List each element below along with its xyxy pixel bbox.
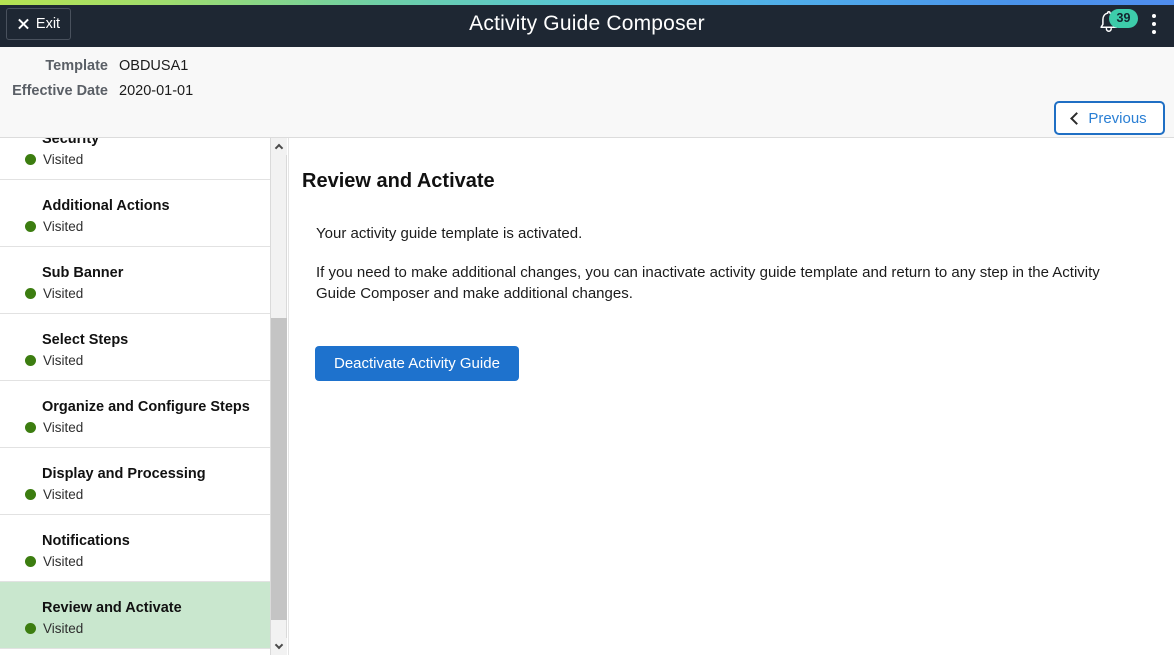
step-title: Security: [42, 138, 100, 147]
status-dot-icon: [25, 556, 36, 567]
template-value: OBDUSA1: [119, 58, 189, 74]
step-status-label: Visited: [43, 219, 84, 234]
step-title: Additional Actions: [42, 198, 170, 214]
sub-header: Template OBDUSA1 Effective Date 2020-01-…: [0, 47, 1174, 138]
page-title: Activity Guide Composer: [469, 12, 705, 35]
template-label: Template: [45, 58, 108, 74]
previous-button[interactable]: Previous: [1054, 101, 1165, 135]
status-dot-icon: [25, 288, 36, 299]
sidebar-item-step[interactable]: Additional Actions Visited: [0, 180, 270, 247]
scroll-up-button[interactable]: [271, 138, 287, 155]
step-status-row: Visited: [25, 621, 260, 636]
status-dot-icon: [25, 221, 36, 232]
step-status-label: Visited: [43, 152, 84, 167]
sidebar-item-step[interactable]: Review and Activate Visited: [0, 582, 270, 649]
deactivate-activity-guide-button[interactable]: Deactivate Activity Guide: [315, 346, 519, 381]
step-list: Security Visited Additional Actions Visited…: [0, 138, 270, 649]
step-title: Notifications: [42, 533, 130, 549]
sidebar-item-step[interactable]: Organize and Configure Steps Visited: [0, 381, 270, 448]
notification-count-badge: 39: [1109, 9, 1138, 28]
previous-button-label: Previous: [1088, 109, 1147, 127]
step-title: Organize and Configure Steps: [42, 399, 250, 415]
chevron-up-icon: [274, 143, 284, 153]
sidebar-item-step[interactable]: Select Steps Visited: [0, 314, 270, 381]
exit-button-label: Exit: [35, 15, 61, 32]
effective-date-value: 2020-01-01: [119, 83, 194, 99]
content-paragraph-2: If you need to make additional changes, …: [316, 264, 1100, 302]
step-status-label: Visited: [43, 420, 84, 435]
activity-guide-composer-page: Exit Activity Guide Composer 39 Template…: [0, 0, 1174, 655]
status-dot-icon: [25, 154, 36, 165]
step-title: Sub Banner: [42, 265, 124, 281]
step-list-scrollbar[interactable]: [270, 138, 287, 655]
effective-date-row: Effective Date 2020-01-01: [0, 83, 193, 108]
content-heading: Review and Activate: [302, 170, 495, 192]
step-title: Select Steps: [42, 332, 129, 348]
scrollbar-thumb[interactable]: [271, 318, 287, 620]
chevron-down-icon: [274, 640, 284, 650]
title-bar: Exit Activity Guide Composer 39: [0, 0, 1174, 47]
notifications-button[interactable]: 39: [1098, 7, 1138, 40]
step-title: Review and Activate: [42, 600, 182, 616]
step-status-row: Visited: [25, 420, 260, 435]
main-content: Review and Activate Your activity guide …: [289, 138, 1174, 655]
sidebar-item-step[interactable]: Sub Banner Visited: [0, 247, 270, 314]
step-title: Display and Processing: [42, 466, 206, 482]
template-row: Template OBDUSA1: [0, 58, 193, 83]
status-dot-icon: [25, 355, 36, 366]
effective-date-label: Effective Date: [12, 83, 108, 99]
content-paragraph-1: Your activity guide template is activate…: [316, 225, 583, 242]
step-status-row: Visited: [25, 286, 260, 301]
step-status-label: Visited: [43, 487, 84, 502]
status-dot-icon: [25, 422, 36, 433]
kebab-dot: [1152, 14, 1156, 18]
content-body: Your activity guide template is activate…: [316, 223, 1116, 304]
exit-button[interactable]: Exit: [6, 8, 71, 40]
kebab-dot: [1152, 22, 1156, 26]
step-status-label: Visited: [43, 621, 84, 636]
status-dot-icon: [25, 623, 36, 634]
sidebar-item-step[interactable]: Security Visited: [0, 138, 270, 180]
scroll-down-button[interactable]: [271, 638, 287, 655]
step-status-label: Visited: [43, 286, 84, 301]
step-status-row: Visited: [25, 487, 260, 502]
template-info: Template OBDUSA1 Effective Date 2020-01-…: [0, 58, 193, 108]
close-icon: [17, 18, 30, 31]
status-dot-icon: [25, 489, 36, 500]
step-status-row: Visited: [25, 554, 260, 569]
step-list-panel: Security Visited Additional Actions Visited…: [0, 138, 270, 655]
step-status-label: Visited: [43, 554, 84, 569]
step-status-row: Visited: [25, 219, 260, 234]
top-gradient-strip: [0, 0, 1174, 5]
kebab-dot: [1152, 30, 1156, 34]
step-status-row: Visited: [25, 152, 260, 167]
chevron-left-icon: [1070, 111, 1084, 125]
sidebar-item-step[interactable]: Display and Processing Visited: [0, 448, 270, 515]
step-status-row: Visited: [25, 353, 260, 368]
step-status-label: Visited: [43, 353, 84, 368]
sidebar-item-step[interactable]: Notifications Visited: [0, 515, 270, 582]
more-options-icon[interactable]: [1144, 10, 1164, 38]
